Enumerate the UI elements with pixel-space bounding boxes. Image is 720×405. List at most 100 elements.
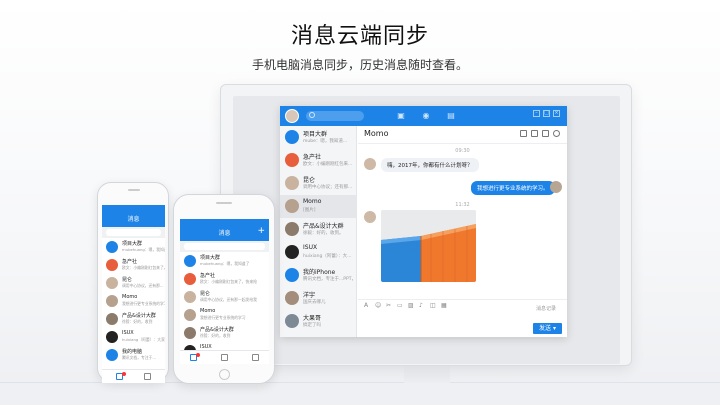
list-item[interactable]: ISUXhuixiang（阿蕾）：大家全听... xyxy=(102,328,165,346)
conversation-name: Momo xyxy=(200,308,216,314)
outgoing-message: 我想进行更专业系统的学习。 xyxy=(471,181,555,195)
voice-icon[interactable]: ♪ xyxy=(419,303,425,309)
conversation-preview: 腾讯文档，专注于...PPT，谢谢 xyxy=(303,277,355,282)
conversation-preview: 徐毅：好的，收到。 xyxy=(303,231,344,236)
momo-avatar[interactable] xyxy=(364,158,376,170)
home-button[interactable] xyxy=(219,369,230,380)
screen-share-icon[interactable] xyxy=(520,130,527,137)
conversation-name: 洋宇 xyxy=(303,292,316,299)
list-item[interactable]: Momo 我想进行更专业系统的学习 xyxy=(180,306,269,324)
scissors-icon[interactable]: ✂ xyxy=(386,303,392,309)
conversation-item[interactable]: 大果哥 搞定了吗 xyxy=(280,310,357,333)
conversation-item[interactable]: 急产社 欧文：小编刚刚红包来... xyxy=(280,149,357,172)
avatar xyxy=(184,291,196,303)
group-icon xyxy=(285,222,299,236)
building-photo xyxy=(381,210,476,282)
list-item[interactable]: 项目大群mubehuang：嗯，我知道了 xyxy=(180,252,269,270)
chat-title: Momo xyxy=(364,129,389,138)
video-call-icon[interactable] xyxy=(531,130,538,137)
self-avatar[interactable] xyxy=(550,181,562,193)
list-item[interactable]: 昆仑 调用中心协议，还有那... xyxy=(102,274,165,292)
contacts-tab-icon[interactable] xyxy=(144,373,151,380)
list-item[interactable]: 急产社欧文：小编刚刚红包来了，快来抢 xyxy=(180,270,269,288)
search-input[interactable] xyxy=(306,111,364,121)
list-item[interactable]: 项目大群mubehuang：嗯，我知道了 xyxy=(102,238,165,256)
list-item[interactable]: 昆仑 调用中心协议，还有那一起发给我 xyxy=(180,288,269,306)
conversation-name: 项目大群 xyxy=(303,131,328,138)
folder-icon[interactable]: ▭ xyxy=(397,303,403,309)
conversation-preview: 我想进行更专业系统的学习 xyxy=(200,315,246,320)
send-button[interactable]: 发送 ▾ xyxy=(533,323,562,334)
messages-tab-icon[interactable]: ▣ xyxy=(395,110,407,121)
isux-logo-icon xyxy=(285,245,299,259)
conversation-preview: 徐毅：好的，收到 xyxy=(200,333,231,338)
avatar xyxy=(106,313,118,325)
timestamp: 11:32 xyxy=(455,202,470,208)
call-icon[interactable] xyxy=(542,130,549,137)
image-icon[interactable]: ▨ xyxy=(408,303,414,309)
timestamp: 09:30 xyxy=(455,148,470,154)
unread-badge xyxy=(122,372,126,376)
image-message[interactable] xyxy=(381,210,476,282)
conversation-name: Momo xyxy=(303,198,322,205)
screenshot-icon[interactable]: ▦ xyxy=(441,303,447,309)
phone-front: 消息 + 项目大群 mubehuang：嗯，我知道了 急产社 欧文：小编刚刚红包来了，… xyxy=(173,194,275,384)
font-icon[interactable]: A xyxy=(364,303,370,309)
floor xyxy=(0,382,720,405)
phone-search-input[interactable] xyxy=(180,241,269,252)
minimize-icon[interactable]: – xyxy=(533,110,540,117)
conversation-item[interactable]: 项目大群 mube：嗯，我知道... xyxy=(280,126,357,149)
conversation-preview: 徐毅：好的，收到 xyxy=(122,319,153,324)
avatar xyxy=(106,349,118,361)
momo-avatar[interactable] xyxy=(364,211,376,223)
phone-speaker xyxy=(128,189,140,191)
list-item[interactable]: 急产社欧文：小编刚刚红包来了，快来抢 xyxy=(102,256,165,274)
user-avatar[interactable] xyxy=(285,109,299,123)
conversation-item[interactable]: 产品&设计大群 徐毅：好的，收到。 xyxy=(280,218,357,241)
conversation-item[interactable]: 洋宇 国庆去哪儿 xyxy=(280,287,357,310)
conversation-name: 急产社 xyxy=(303,154,322,161)
conversation-name: 急产社 xyxy=(122,259,138,265)
contacts-tab-icon[interactable]: ◉ xyxy=(420,110,432,121)
page-title: 消息云端同步 xyxy=(290,24,429,49)
list-item[interactable]: 我的电脑腾讯文档，专注于... xyxy=(102,346,165,364)
more-icon[interactable] xyxy=(553,130,560,137)
files-tab-icon[interactable]: ▤ xyxy=(445,110,457,121)
list-item[interactable]: Momo 我想进行更专业系统的学习 xyxy=(102,292,165,310)
avatar xyxy=(106,277,118,289)
conversation-item[interactable]: 昆仑 调用中心协议；还有那... xyxy=(280,172,357,195)
conversation-item[interactable]: Momo [图片] xyxy=(280,195,357,218)
close-icon[interactable]: × xyxy=(553,110,560,117)
phone-icon xyxy=(285,268,299,282)
add-icon[interactable]: + xyxy=(257,226,265,236)
list-item[interactable]: 产品&设计大群 徐毅：好的，收到 xyxy=(102,310,165,328)
list-item[interactable]: 产品&设计大群 徐毅：好的，收到 xyxy=(180,324,269,342)
desktop-app-window: ▣ ◉ ▤ – □ × 项目大群 mube：嗯，我知道... 急产社 欧文：小编刚刚红… xyxy=(280,106,567,337)
conversation-item[interactable]: 我的iPhone腾讯文档，专注于...PPT，谢谢 xyxy=(280,264,357,287)
conversation-name: 产品&设计大群 xyxy=(200,327,234,333)
avatar xyxy=(184,327,196,339)
conversation-name: 产品&设计大群 xyxy=(122,313,156,319)
avatar xyxy=(106,331,118,343)
dynamic-tab-icon[interactable] xyxy=(252,354,259,361)
history-link[interactable]: 消息记录 xyxy=(536,305,556,312)
phone-back-screen: 消息 项目大群mubehuang：嗯，我知道了急产社欧文：小编刚刚红包来了，快来… xyxy=(102,205,165,383)
avatar xyxy=(106,241,118,253)
conversation-preview: mube：嗯，我知道... xyxy=(303,139,348,144)
gift-icon[interactable]: ◫ xyxy=(430,303,436,309)
phone-title: 消息 xyxy=(127,216,140,223)
conversation-name: ISUX xyxy=(303,244,318,251)
avatar-icon xyxy=(285,176,299,190)
conversation-preview: 调用中心协议，还有那一起发给我 xyxy=(200,297,257,302)
avatar xyxy=(184,273,196,285)
group-icon xyxy=(285,130,299,144)
conversation-name: 昆仑 xyxy=(200,291,211,297)
conversation-name: 我的电脑 xyxy=(122,349,143,355)
conversation-item[interactable]: ISUX huixiang（阿蕾）：大... xyxy=(280,241,357,264)
maximize-icon[interactable]: □ xyxy=(543,110,550,117)
phone-search-input[interactable] xyxy=(102,227,165,238)
emoji-icon[interactable]: ☺ xyxy=(375,303,381,309)
phone-front-screen: 消息 + 项目大群 mubehuang：嗯，我知道了 急产社 欧文：小编刚刚红包来了，… xyxy=(180,219,269,364)
contacts-tab-icon[interactable] xyxy=(221,354,228,361)
conversation-preview: mubehuang：嗯，我知道了 xyxy=(122,247,165,252)
